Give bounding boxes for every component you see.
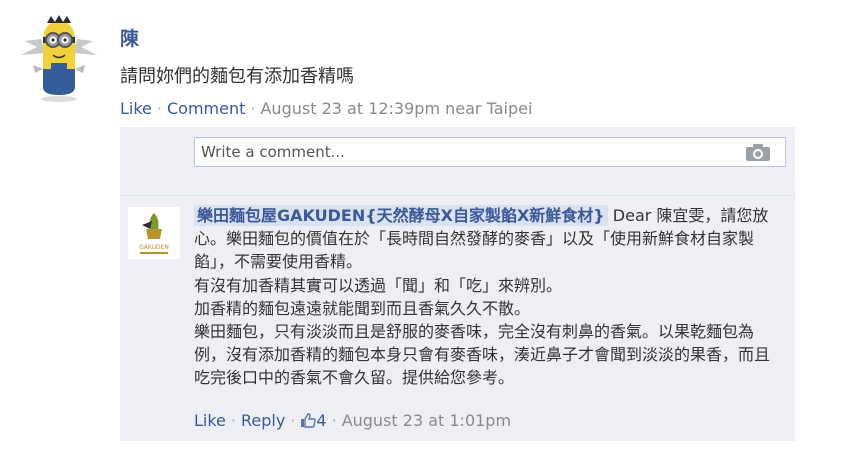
like-count-value: 4 (316, 411, 327, 430)
separator: · (230, 411, 236, 430)
reply-text-line: 樂田麵包，只有淡淡而且是舒服的麥香味，完全沒有刺鼻的香氣。以果乾麵包為例，沒有添… (194, 322, 771, 388)
reply-link[interactable]: Reply (241, 411, 285, 430)
comments-panel: GAKUDEN 樂田麵包屋GAKUDEN{天然酵母X自家製餡X新鮮食材} Dea… (120, 127, 795, 441)
post-timestamp[interactable]: August 23 at 12:39pm near Taipei (260, 99, 532, 118)
separator: · (156, 99, 162, 118)
comment-link[interactable]: Comment (167, 99, 245, 118)
reply-timestamp[interactable]: August 23 at 1:01pm (342, 411, 511, 430)
divider (120, 195, 795, 196)
user-avatar[interactable] (15, 13, 103, 103)
like-count[interactable]: 4 (300, 411, 327, 430)
post-text: 請問妳們的麵包有添加香精嗎 (120, 66, 354, 87)
camera-icon[interactable] (745, 144, 771, 162)
separator: · (250, 99, 256, 118)
page-name-link[interactable]: 樂田麵包屋GAKUDEN{天然酵母X自家製餡X新鮮食材} (194, 205, 608, 226)
comment-input[interactable] (195, 138, 737, 166)
like-link[interactable]: Like (120, 99, 152, 118)
separator: · (290, 411, 296, 430)
reply-actions: Like · Reply · 4 · August 23 at 1:01pm (194, 411, 511, 430)
logo-text: GAKUDEN (139, 244, 169, 251)
post-actions: Like · Comment · August 23 at 12:39pm near T… (120, 99, 532, 118)
comment-composer[interactable] (194, 137, 786, 167)
thumbs-up-icon (301, 413, 317, 428)
reply-comment: 樂田麵包屋GAKUDEN{天然酵母X自家製餡X新鮮食材} Dear 陳宜雯，請您… (194, 204, 784, 390)
separator: · (331, 411, 337, 430)
post-author[interactable]: 陳 (120, 24, 139, 51)
page-avatar[interactable]: GAKUDEN (128, 207, 180, 259)
reply-text-line: 有沒有加香精其實可以透過「聞」和「吃」來辨別。 (194, 275, 563, 295)
like-link[interactable]: Like (194, 411, 226, 430)
reply-text-line: 加香精的麵包遠遠就能聞到而且香氣久久不散。 (194, 298, 531, 318)
